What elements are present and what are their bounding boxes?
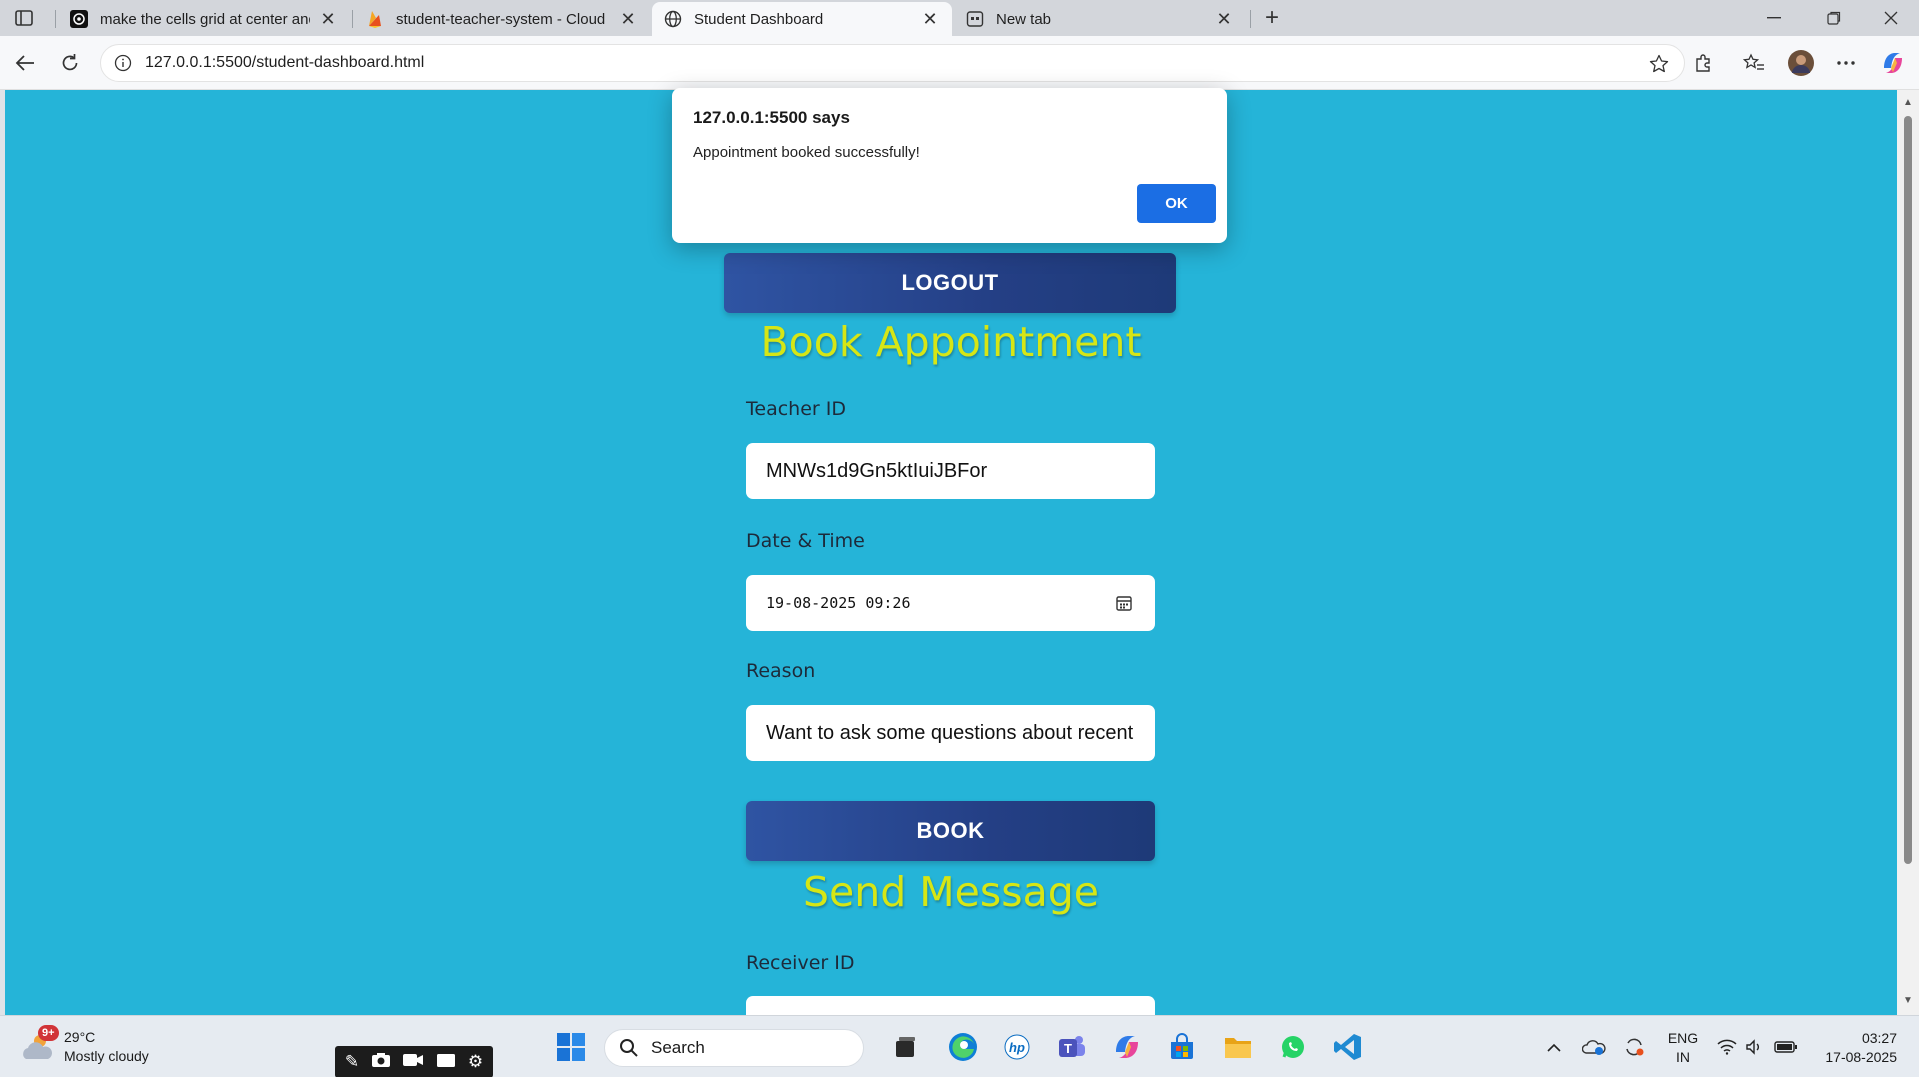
globe-icon [664,10,682,28]
copilot-app-icon[interactable] [1109,1029,1145,1065]
cloudy-weather-icon: 9+ [20,1025,59,1065]
pen-icon[interactable]: ✎ [345,1052,359,1072]
extensions-icon[interactable] [1688,48,1718,78]
tab-title: make the cells grid at center and [100,10,310,28]
dialog-title: 127.0.0.1:5500 says [693,108,850,127]
more-options-icon[interactable] [1831,48,1861,78]
hp-icon[interactable]: hp [999,1029,1035,1065]
camera-icon[interactable] [371,1052,391,1073]
profile-avatar[interactable] [1786,48,1816,78]
clock-date: 17-08-2025 [1825,1049,1897,1065]
reason-label: Reason [746,660,816,682]
battery-icon[interactable] [1772,1034,1800,1060]
tab-new-tab[interactable]: New tab ✕ [954,2,1246,36]
calendar-icon[interactable] [1115,594,1133,612]
datetime-label: Date & Time [746,530,865,552]
send-message-heading: Send Message [803,868,1099,916]
reason-input[interactable]: Want to ask some questions about recent [746,705,1155,761]
dialog-ok-button[interactable]: OK [1137,184,1216,223]
tab-chatgpt[interactable]: make the cells grid at center and ✕ [58,2,350,36]
weather-desc: Mostly cloudy [64,1048,149,1064]
tab-separator [55,10,56,28]
whatsapp-icon[interactable] [1275,1029,1311,1065]
datetime-value: 19-08-2025 09:26 [766,594,911,612]
search-label: Search [651,1038,705,1057]
book-button[interactable]: BOOK [746,801,1155,861]
scroll-up-icon[interactable]: ▲ [1903,98,1913,108]
task-view-icon[interactable] [888,1029,924,1065]
tab-strip: make the cells grid at center and ✕ stud… [0,0,1919,36]
page-scrollbar[interactable]: ▲ ▼ [1897,90,1919,1015]
tab-student-dashboard[interactable]: Student Dashboard ✕ [652,2,952,36]
windows-start-icon[interactable] [553,1029,589,1065]
back-icon[interactable] [10,48,40,78]
language-region: IN [1676,1049,1690,1065]
newtab-icon [966,10,984,28]
onedrive-icon[interactable] [1580,1034,1608,1060]
favorite-star-icon[interactable] [1648,53,1670,75]
tab-actions-icon[interactable] [12,8,36,28]
svg-text:hp: hp [1009,1040,1025,1055]
close-icon[interactable]: ✕ [1214,9,1234,29]
refresh-icon[interactable] [55,48,85,78]
volume-icon[interactable] [1742,1034,1768,1060]
logout-button[interactable]: LOGOUT [724,253,1176,313]
dialog-message: Appointment booked successfully! [693,144,920,161]
close-icon[interactable]: ✕ [920,9,940,29]
taskbar-search[interactable]: Search [604,1029,864,1067]
tab-separator [1250,10,1251,28]
weather-badge: 9+ [38,1025,59,1041]
scroll-down-icon[interactable]: ▼ [1903,996,1913,1006]
tab-title: student-teacher-system - Cloud F [396,10,610,28]
browser-toolbar: 127.0.0.1:5500/student-dashboard.html [0,36,1919,90]
window-close-icon[interactable] [1863,0,1919,36]
receiver-id-label: Receiver ID [746,952,855,974]
address-bar[interactable]: 127.0.0.1:5500/student-dashboard.html [100,44,1685,82]
tab-title: New tab [996,10,1052,28]
show-hidden-icons-chevron-icon[interactable] [1542,1034,1566,1060]
taskbar-clock[interactable]: 03:27 17-08-2025 [1807,1029,1897,1067]
close-icon[interactable]: ✕ [618,9,638,29]
scrollbar-thumb[interactable] [1904,116,1912,864]
chatgpt-icon [70,10,88,28]
teacher-id-label: Teacher ID [746,398,846,420]
close-icon[interactable]: ✕ [318,9,338,29]
weather-temp: 29°C [64,1029,96,1045]
edge-browser-icon[interactable] [945,1029,981,1065]
book-appointment-heading: Book Appointment [760,318,1142,366]
favorites-icon[interactable] [1739,48,1769,78]
teacher-id-input[interactable]: MNWs1d9Gn5ktIuiJBFor [746,443,1155,499]
vscode-icon[interactable] [1330,1029,1366,1065]
new-tab-button[interactable]: + [1258,4,1286,32]
copilot-icon[interactable] [1878,48,1908,78]
input-language[interactable]: ENG IN [1664,1029,1702,1067]
alert-dialog: 127.0.0.1:5500 says Appointment booked s… [672,88,1227,243]
sync-icon[interactable] [1620,1034,1648,1060]
window-capture-icon[interactable] [436,1052,456,1073]
file-explorer-icon[interactable] [1220,1029,1256,1065]
weather-widget[interactable]: 9+ 29°C Mostly cloudy [20,1025,149,1066]
search-icon [620,1039,638,1057]
wifi-icon[interactable] [1714,1034,1740,1060]
receiver-id-input[interactable] [746,996,1155,1015]
site-info-icon[interactable] [113,53,133,73]
url-text[interactable]: 127.0.0.1:5500/student-dashboard.html [145,54,424,72]
tab-firebase[interactable]: student-teacher-system - Cloud F ✕ [354,2,650,36]
svg-text:T: T [1064,1041,1072,1056]
tab-title: Student Dashboard [694,10,824,28]
restore-icon[interactable] [1806,0,1862,36]
tab-separator [352,10,353,28]
teams-icon[interactable]: T [1054,1029,1090,1065]
taskbar: 9+ 29°C Mostly cloudy ✎ ⚙ Search hp T EN… [0,1015,1919,1077]
firebase-icon [366,10,384,28]
capture-toolbar: ✎ ⚙ [335,1046,493,1077]
video-icon[interactable] [402,1052,424,1072]
language-code: ENG [1667,1030,1699,1046]
minimize-icon[interactable] [1746,0,1802,36]
settings-gear-icon[interactable]: ⚙ [468,1052,483,1072]
datetime-input[interactable]: 19-08-2025 09:26 [746,575,1155,631]
store-icon[interactable] [1164,1029,1200,1065]
clock-time: 03:27 [1861,1030,1897,1046]
